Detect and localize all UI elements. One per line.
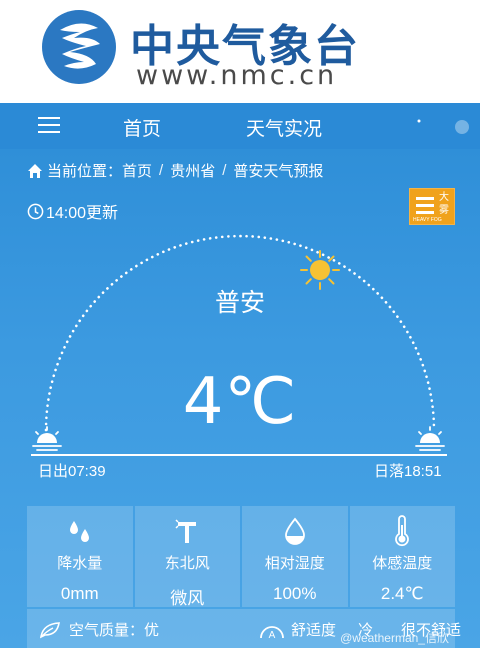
wind-card: 东北风 微风 [134,506,240,608]
nmc-logo-icon[interactable] [40,8,118,86]
menu-icon[interactable] [38,117,60,135]
sunrise-icon [32,426,62,451]
precipitation-card: 降水量 0mm [27,506,133,607]
humidity-card: 相对湿度 100% [242,506,348,607]
comfort-label: 舒适度 [291,622,337,639]
feels-like-label: 体感温度 [372,555,433,572]
precipitation-value: 0mm [60,584,99,603]
raindrops-icon [69,521,89,542]
nav-item-home[interactable]: 首页 [123,114,161,141]
feels-like-value: 2.4℃ [380,584,424,603]
weather-detail-cards: 降水量 0mm 东北风 微风 相对湿度 100% 体感温度 2.4℃ [27,506,455,608]
horizon-line [31,454,447,456]
sunset-icon [415,426,445,451]
watermark-text: @weatherman_信欣 [340,631,449,645]
wind-value: 微风 [170,589,205,608]
humidity-label: 相对湿度 [264,555,325,572]
current-temperature: 4℃ [182,365,298,439]
wind-vane-icon [175,519,197,543]
nav-bar: 首页 天气实况 [0,103,480,149]
sunset-time: 日落18:51 [374,463,442,480]
leaf-icon [39,621,60,638]
air-quality-text: 空气质量：优 [69,622,160,639]
city-name: 普安 [214,289,265,317]
site-header: 中央气象台 www.nmc.cn [0,0,480,103]
wind-direction-label: 东北风 [164,555,210,572]
bottom-info-bar: 空气质量：优 A 舒适度 冷 很不舒适 @weatherman_信欣 [27,609,461,648]
precipitation-label: 降水量 [57,555,103,572]
weather-panel: 当前位置： 首页 / 贵州省 / 普安天气预报 14:00更新 大雾 HEAVY… [0,149,480,648]
gauge-icon: A [260,625,284,640]
thermometer-icon [395,515,410,547]
watermark: @weatherman_信欣 [340,629,449,646]
feels-like-card: 体感温度 2.4℃ [349,506,455,607]
sunrise-time: 日出07:39 [38,463,106,480]
site-url: www.nmc.cn [136,60,338,91]
air-quality[interactable]: 空气质量：优 [39,619,159,640]
humidity-value: 100% [273,584,317,603]
svg-text:A: A [269,630,276,640]
more-nav-indicator-icon[interactable] [414,117,474,135]
humidity-drop-icon [284,517,305,545]
nav-item-observations[interactable]: 天气实况 [246,114,322,141]
